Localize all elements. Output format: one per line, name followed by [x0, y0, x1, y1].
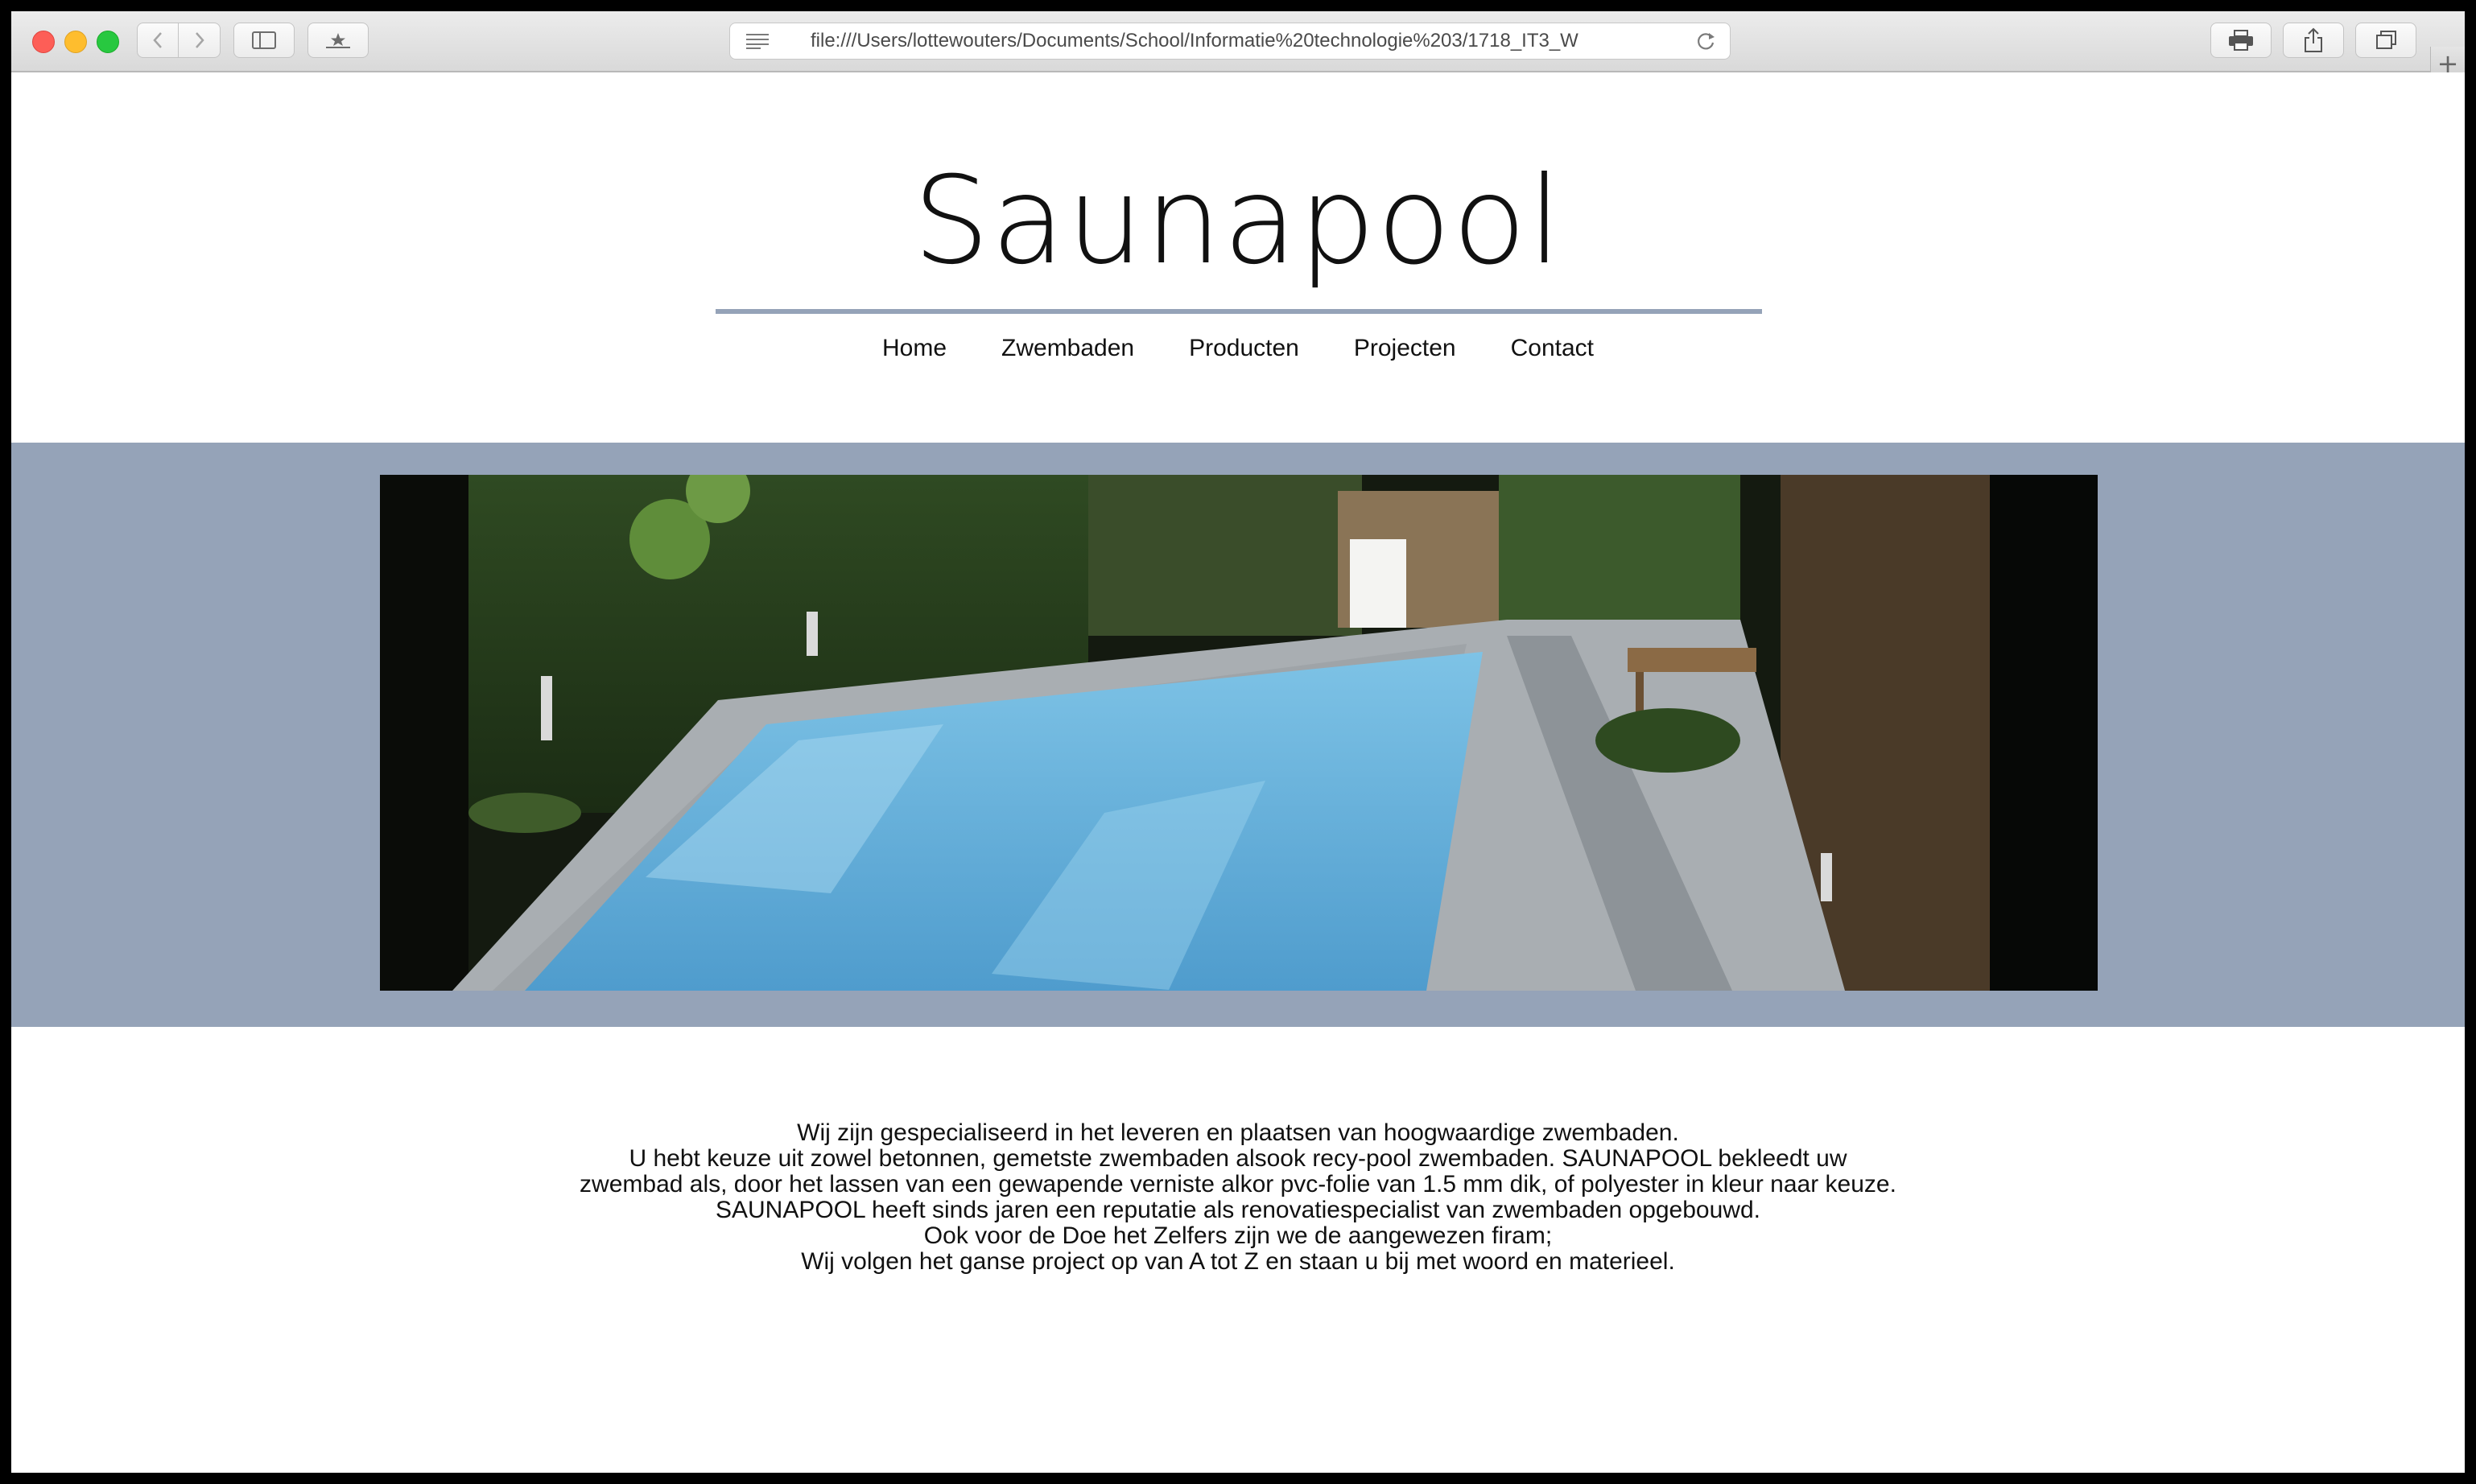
bookmarks-button[interactable]	[307, 23, 369, 58]
intro-text: Wij zijn gespecialiseerd in het leveren …	[11, 1120, 2465, 1275]
tabs-overview-button[interactable]	[2355, 23, 2416, 58]
zoom-window-button[interactable]	[97, 31, 119, 53]
pool-photo	[380, 475, 2098, 991]
nav-producten-link[interactable]: Producten	[1189, 335, 1299, 362]
share-button[interactable]	[2283, 23, 2344, 58]
forward-button[interactable]	[179, 23, 221, 58]
site-title: Saunapool	[913, 151, 1563, 291]
hero-banner	[11, 443, 2465, 1027]
browser-window: file:///Users/lottewouters/Documents/Sch…	[11, 11, 2465, 1473]
nav-home-link[interactable]: Home	[882, 335, 947, 362]
intro-line-4: SAUNAPOOL heeft sinds jaren een reputati…	[716, 1197, 1760, 1223]
print-button[interactable]	[2210, 23, 2272, 58]
reload-icon[interactable]	[1694, 30, 1717, 52]
intro-line-2: U hebt keuze uit zowel betonnen, gemetst…	[629, 1145, 1847, 1172]
share-icon	[2305, 27, 2322, 52]
web-page: Saunapool Home Zwembaden Producten Proje…	[11, 72, 2465, 1473]
nav-zwembaden-link[interactable]: Zwembaden	[1001, 335, 1134, 362]
address-bar[interactable]: file:///Users/lottewouters/Documents/Sch…	[729, 23, 1731, 60]
reader-icon[interactable]	[746, 33, 770, 49]
printer-icon	[2229, 30, 2253, 51]
chevron-right-icon	[195, 32, 204, 48]
sidebar-button[interactable]	[233, 23, 295, 58]
title-divider	[716, 309, 1762, 314]
nav-contact-link[interactable]: Contact	[1511, 335, 1594, 362]
main-nav: Home Zwembaden Producten Projecten Conta…	[11, 335, 2465, 362]
back-button[interactable]	[137, 23, 179, 58]
tabs-icon	[2376, 31, 2396, 49]
pool-illustration	[380, 475, 2098, 991]
url-text[interactable]: file:///Users/lottewouters/Documents/Sch…	[811, 30, 1624, 52]
chevron-left-icon	[153, 32, 162, 48]
browser-toolbar: file:///Users/lottewouters/Documents/Sch…	[11, 11, 2465, 80]
intro-line-6: Wij volgen het ganse project op van A to…	[801, 1248, 1675, 1275]
sidebar-icon	[252, 31, 276, 49]
minimize-window-button[interactable]	[64, 31, 87, 53]
intro-line-3: zwembad als, door het lassen van een gew…	[580, 1171, 1896, 1198]
close-window-button[interactable]	[32, 31, 55, 53]
intro-line-1: Wij zijn gespecialiseerd in het leveren …	[797, 1119, 1679, 1146]
star-icon	[326, 33, 350, 48]
nav-projecten-link[interactable]: Projecten	[1354, 335, 1456, 362]
intro-line-5: Ook voor de Doe het Zelfers zijn we de a…	[923, 1222, 1553, 1249]
history-nav	[137, 23, 221, 58]
